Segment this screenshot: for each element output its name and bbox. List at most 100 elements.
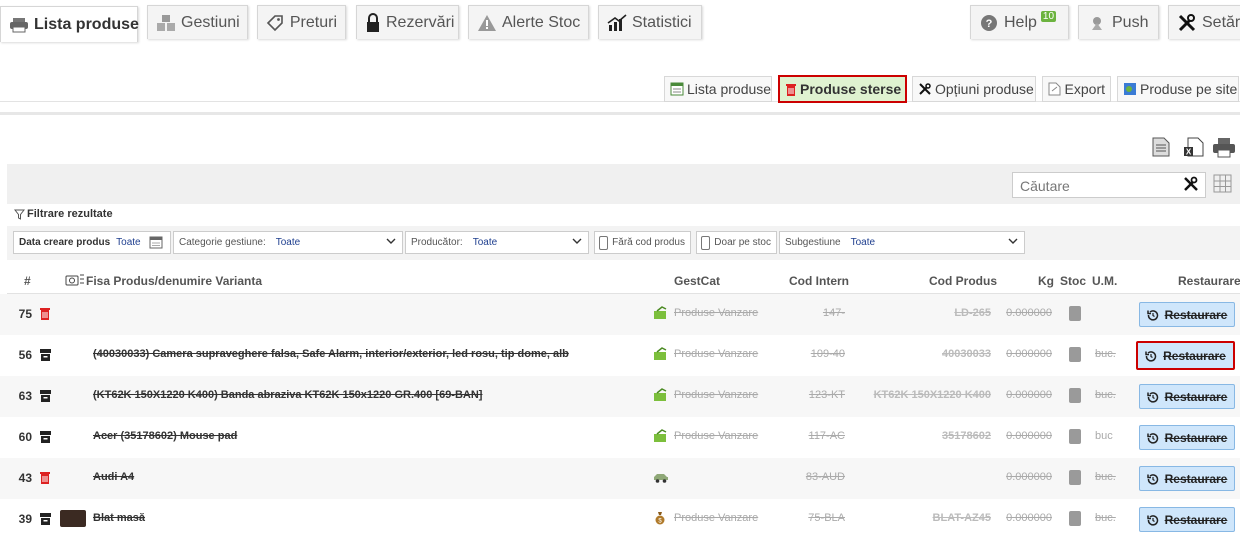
producer-filter[interactable]: Producător: Toate	[405, 231, 589, 254]
cod-produs-value: KT62K 150X1220 K400	[873, 389, 991, 401]
archive-icon[interactable]	[39, 512, 52, 528]
cod-produs-value: 35178602	[942, 430, 991, 442]
calendar-icon[interactable]	[149, 236, 163, 252]
cod-intern-value: 147-	[822, 307, 845, 319]
stock-icon[interactable]	[1069, 511, 1081, 526]
col-cod-produs-header[interactable]: Cod Produs	[929, 274, 997, 288]
photo-icon	[65, 273, 85, 290]
product-name[interactable]: Acer (35178602) Mouse pad	[93, 430, 237, 442]
col-kg-header[interactable]: Kg	[1038, 274, 1054, 288]
sub-tab-export[interactable]: Export	[1042, 76, 1111, 102]
restore-button[interactable]: Restaurare	[1139, 507, 1235, 532]
search-tools-icon[interactable]	[1183, 176, 1199, 195]
csv-export-icon[interactable]	[1150, 136, 1172, 163]
tab-label: Lista produse	[34, 15, 139, 33]
warning-icon	[477, 13, 497, 33]
stock-icon[interactable]	[1069, 388, 1081, 403]
archive-icon[interactable]	[39, 430, 52, 446]
archive-icon[interactable]	[39, 389, 52, 405]
table-row: 60 Acer (35178602) Mouse pad Produse Van…	[0, 417, 1240, 458]
restore-button[interactable]: Restaurare	[1139, 384, 1235, 409]
col-name-header[interactable]: Fisa Produs/denumire Varianta	[86, 274, 262, 288]
stock-icon[interactable]	[1069, 429, 1081, 444]
no-code-filter[interactable]: Fără cod produs	[594, 231, 691, 254]
no-code-checkbox[interactable]	[599, 235, 609, 250]
tools-icon	[1177, 13, 1197, 33]
print-icon[interactable]	[1212, 137, 1236, 164]
sub-toolbar: Lista produse Produse sterse Opțiuni pro…	[0, 74, 1240, 103]
restore-label: Restaurare	[1164, 389, 1228, 404]
svg-text:X: X	[1186, 148, 1192, 157]
row-number: 56	[18, 348, 32, 362]
restore-button[interactable]: Restaurare	[1139, 425, 1235, 450]
gestcat-value: Produse Vanzare	[674, 512, 759, 524]
excel-export-icon[interactable]: X	[1183, 136, 1205, 163]
tab-push[interactable]: Push	[1078, 5, 1159, 39]
restore-label: Restaurare	[1164, 430, 1228, 445]
product-name[interactable]: Audi A4	[93, 471, 134, 483]
col-cod-intern-header[interactable]: Cod Intern	[789, 274, 849, 288]
date-filter[interactable]: Data creare produs Toate	[13, 231, 171, 254]
col-num-header[interactable]: #	[24, 274, 31, 288]
tab-rezervari[interactable]: Rezervări	[356, 5, 459, 39]
trash-icon[interactable]	[39, 307, 51, 323]
row-number: 43	[18, 471, 32, 485]
kg-value: 0.000000	[1006, 307, 1052, 319]
tab-label: Help	[1004, 13, 1037, 31]
export-icon	[1048, 82, 1062, 96]
cod-intern-value: 117-AC	[808, 430, 845, 442]
col-stoc-header[interactable]: Stoc	[1060, 274, 1086, 288]
table-row: 39 Blat masă $ Produse Vanzare 75-BLA BL…	[0, 499, 1240, 540]
in-stock-filter[interactable]: Doar pe stoc	[696, 231, 777, 254]
producer-filter-label: Producător:	[411, 237, 463, 248]
col-um-header[interactable]: U.M.	[1092, 274, 1117, 288]
product-thumbnail[interactable]	[60, 510, 86, 527]
category-filter[interactable]: Categorie gestiune: Toate	[173, 231, 403, 254]
sub-tab-optiuni-produse[interactable]: Opțiuni produse	[912, 76, 1036, 102]
col-gestcat-header[interactable]: GestCat	[674, 274, 720, 288]
stock-icon[interactable]	[1069, 470, 1081, 485]
product-name[interactable]: (KT62K 150X1220 K400) Banda abraziva KT6…	[93, 389, 482, 401]
in-stock-label: Doar pe stoc	[714, 237, 771, 248]
tab-gestiuni[interactable]: Gestiuni	[147, 5, 248, 39]
restore-button[interactable]: Restaurare	[1139, 466, 1235, 491]
restore-icon	[1146, 473, 1159, 485]
gestcat-value: Produse Vanzare	[674, 430, 759, 442]
trash-icon[interactable]	[39, 471, 51, 487]
list-icon	[670, 82, 684, 96]
sub-tab-label: Lista produse	[687, 81, 772, 97]
stock-icon[interactable]	[1069, 347, 1081, 362]
producer-filter-value: Toate	[472, 237, 498, 248]
product-name[interactable]: Blat masă	[93, 512, 145, 524]
tab-help[interactable]: ? Help 10	[970, 5, 1069, 39]
sub-tab-produse-pe-site[interactable]: Produse pe site	[1117, 76, 1239, 102]
stock-icon[interactable]	[1069, 306, 1081, 321]
product-name[interactable]: (40030033) Camera supraveghere falsa, Sa…	[93, 348, 569, 360]
chevron-down-icon	[572, 236, 582, 249]
tab-preturi[interactable]: Preturi	[257, 5, 346, 39]
tab-alerte-stoc[interactable]: Alerte Stoc	[468, 5, 589, 39]
sub-tab-lista-produse[interactable]: Lista produse	[664, 76, 772, 102]
subgestiune-filter[interactable]: Subgestiune Toate	[779, 231, 1025, 254]
sub-tab-produse-sterse[interactable]: Produse sterse	[778, 75, 907, 103]
tab-label: Push	[1112, 13, 1149, 31]
filter-title[interactable]: Filtrare rezultate	[14, 208, 113, 220]
archive-icon[interactable]	[39, 348, 52, 364]
tab-statistici[interactable]: Statistici	[598, 5, 702, 39]
in-stock-checkbox[interactable]	[701, 235, 711, 250]
tab-setari[interactable]: Setări	[1168, 5, 1240, 39]
tab-lista-produse[interactable]: Lista produse	[0, 6, 139, 42]
kg-value: 0.000000	[1006, 471, 1052, 483]
restore-label: Restaurare	[1164, 512, 1228, 527]
globe-icon	[1123, 82, 1137, 96]
chevron-down-icon	[1008, 236, 1018, 249]
grid-view-icon[interactable]	[1213, 174, 1232, 198]
cod-intern-value: 83-AUD	[805, 471, 845, 483]
cod-produs-value: 40030033	[942, 348, 991, 360]
gestcat-value: Produse Vanzare	[674, 389, 759, 401]
search-input[interactable]: Căutare	[1012, 172, 1206, 198]
restore-button[interactable]: Restaurare	[1139, 302, 1235, 327]
chevron-down-icon	[386, 236, 396, 249]
restore-button[interactable]: Restaurare	[1136, 341, 1235, 370]
push-icon	[1087, 13, 1107, 33]
